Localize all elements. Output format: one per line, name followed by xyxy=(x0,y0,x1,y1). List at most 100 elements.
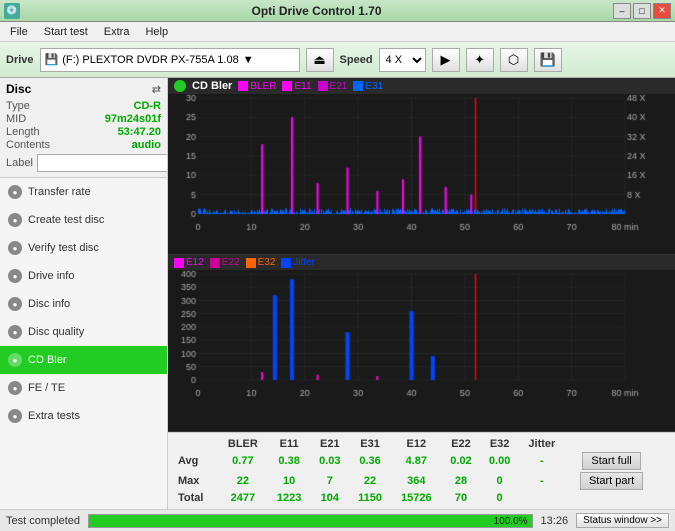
stats-row-label: Total xyxy=(174,491,218,505)
chart1-wrapper: CD Bler BLERE11E21E31 xyxy=(168,78,675,255)
stats-cell: 22 xyxy=(218,471,268,491)
menu-help[interactable]: Help xyxy=(139,24,174,40)
legend2-item: Jitter xyxy=(281,257,315,268)
legend-color xyxy=(282,81,292,91)
app-icon: 💿 xyxy=(4,3,20,19)
status-bar: Test completed 100.0% 13:26 Status windo… xyxy=(0,509,675,531)
sidebar-icon-create-test-disc: ● xyxy=(8,213,22,227)
close-button[interactable]: ✕ xyxy=(653,3,671,19)
sidebar-icon-fe-te: ● xyxy=(8,381,22,395)
stats-col-header xyxy=(174,437,218,451)
sidebar-label-disc-info: Disc info xyxy=(28,298,70,310)
main-layout: Disc ⇄ Type CD-R MID 97m24s01f Length 53… xyxy=(0,78,675,509)
drive-selector[interactable]: 💾 (F:) PLEXTOR DVDR PX-755A 1.08 ▼ xyxy=(40,48,300,72)
sidebar-icon-transfer-rate: ● xyxy=(8,185,22,199)
length-value: 53:47.20 xyxy=(118,126,161,138)
sidebar-item-drive-info[interactable]: ●Drive info xyxy=(0,262,167,290)
chart1-title-bar: CD Bler BLERE11E21E31 xyxy=(168,78,675,94)
stats-cell: 70 xyxy=(442,491,481,505)
menu-file[interactable]: File xyxy=(4,24,34,40)
mid-value: 97m24s01f xyxy=(105,113,161,125)
start-full-button[interactable]: Start full xyxy=(582,452,640,470)
legend1-item: BLER xyxy=(238,81,276,92)
sidebar-icon-cd-bler: ● xyxy=(8,353,22,367)
contents-value: audio xyxy=(132,139,161,151)
stats-col-header: E32 xyxy=(480,437,519,451)
progress-bar xyxy=(89,515,532,527)
stats-cell: 1150 xyxy=(349,491,391,505)
gift-button[interactable]: ⬡ xyxy=(500,48,528,72)
chevron-down-icon: ▼ xyxy=(243,54,254,66)
drive-icon: 💾 xyxy=(45,53,59,66)
label-input[interactable] xyxy=(37,154,168,172)
stats-cell: 0.02 xyxy=(442,451,481,471)
stats-cell: 104 xyxy=(310,491,349,505)
type-value: CD-R xyxy=(134,100,162,112)
sidebar-icon-extra-tests: ● xyxy=(8,409,22,423)
save-button[interactable]: 💾 xyxy=(534,48,562,72)
stats-col-header: BLER xyxy=(218,437,268,451)
sidebar-item-create-test-disc[interactable]: ● Create test disc xyxy=(0,206,167,234)
title-bar: 💿 Opti Drive Control 1.70 – □ ✕ xyxy=(0,0,675,22)
sidebar-label-transfer-rate: Transfer rate xyxy=(28,186,91,198)
stats-cell: 0 xyxy=(480,491,519,505)
stats-col-header: E11 xyxy=(268,437,311,451)
menu-start-test[interactable]: Start test xyxy=(38,24,94,40)
stats-cell: - xyxy=(519,451,565,471)
legend-color xyxy=(174,258,184,268)
stats-cell: 15726 xyxy=(391,491,442,505)
speed-label: Speed xyxy=(340,54,373,66)
menu-bar: File Start test Extra Help xyxy=(0,22,675,42)
chart1-title: CD Bler xyxy=(192,80,232,92)
sidebar-item-disc-quality[interactable]: ●Disc quality xyxy=(0,318,167,346)
sidebar-label-create-test-disc: Create test disc xyxy=(28,214,104,226)
stats-cell: 10 xyxy=(268,471,311,491)
legend-color xyxy=(353,81,363,91)
disc-panel-title: Disc xyxy=(6,82,31,96)
menu-extra[interactable]: Extra xyxy=(98,24,136,40)
eject-button[interactable]: ⏏ xyxy=(306,48,334,72)
stats-cell: 0.36 xyxy=(349,451,391,471)
stats-cell: 7 xyxy=(310,471,349,491)
status-window-button[interactable]: Status window >> xyxy=(576,513,669,528)
maximize-button[interactable]: □ xyxy=(633,3,651,19)
sidebar-item-transfer-rate[interactable]: ● Transfer rate xyxy=(0,178,167,206)
sidebar-item-extra-tests[interactable]: ●Extra tests xyxy=(0,402,167,430)
sidebar-item-cd-bler[interactable]: ●CD Bler xyxy=(0,346,167,374)
sidebar-label-fe-te: FE / TE xyxy=(28,382,65,394)
start-part-button[interactable]: Start part xyxy=(580,472,643,490)
sidebar-item-fe-te[interactable]: ● FE / TE xyxy=(0,374,167,402)
clear-button[interactable]: ✦ xyxy=(466,48,494,72)
minimize-button[interactable]: – xyxy=(613,3,631,19)
sidebar-icon-drive-info: ● xyxy=(8,269,22,283)
legend2-item: E32 xyxy=(246,257,276,268)
sidebar-item-verify-test-disc[interactable]: ●Verify test disc xyxy=(0,234,167,262)
speed-select[interactable]: 4 X Max 1 X 2 X 8 X xyxy=(379,48,426,72)
length-label: Length xyxy=(6,126,40,138)
progress-text: 100.0% xyxy=(494,515,528,529)
stats-col-header: Jitter xyxy=(519,437,565,451)
stats-cell: 4.87 xyxy=(391,451,442,471)
disc-panel: Disc ⇄ Type CD-R MID 97m24s01f Length 53… xyxy=(0,78,167,178)
stats-cell: 0.03 xyxy=(310,451,349,471)
disc-panel-toggle[interactable]: ⇄ xyxy=(152,83,161,96)
sidebar: Disc ⇄ Type CD-R MID 97m24s01f Length 53… xyxy=(0,78,168,509)
sidebar-item-disc-info[interactable]: ●Disc info xyxy=(0,290,167,318)
legend2-item: E12 xyxy=(174,257,204,268)
chart2-title-bar: E12E22E32Jitter xyxy=(168,255,675,270)
toolbar: Drive 💾 (F:) PLEXTOR DVDR PX-755A 1.08 ▼… xyxy=(0,42,675,78)
stats-row: Max2210722364280-Start part xyxy=(174,471,669,491)
chart2-wrapper: E12E22E32Jitter xyxy=(168,255,675,432)
contents-label: Contents xyxy=(6,139,50,151)
app-title: Opti Drive Control 1.70 xyxy=(20,4,613,18)
content-area: CD Bler BLERE11E21E31 E12E22E32Jitter BL… xyxy=(168,78,675,509)
legend-color xyxy=(246,258,256,268)
sidebar-label-verify-test-disc: Verify test disc xyxy=(28,242,99,254)
legend-color xyxy=(318,81,328,91)
chart2-canvas xyxy=(168,270,675,400)
stats-area: BLERE11E21E31E12E22E32Jitter Avg0.770.38… xyxy=(168,432,675,509)
type-label: Type xyxy=(6,100,30,112)
legend1-item: E31 xyxy=(353,81,383,92)
sidebar-icon-disc-quality: ● xyxy=(8,325,22,339)
go-button[interactable]: ▶ xyxy=(432,48,460,72)
